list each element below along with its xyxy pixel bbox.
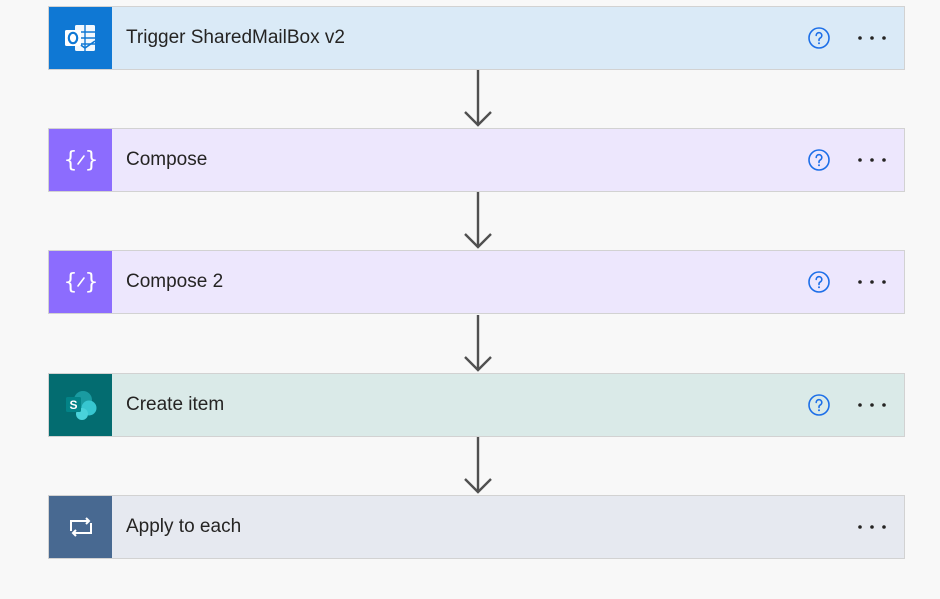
step-card-trigger-sharedmailbox[interactable]: Trigger SharedMailBox v2 <box>48 6 905 70</box>
sharepoint-icon: S <box>49 374 112 436</box>
step-card-compose-2[interactable]: { } Compose 2 <box>48 250 905 314</box>
connector-arrow-icon <box>464 70 492 127</box>
more-options-icon[interactable] <box>852 392 892 418</box>
connector-arrow-icon <box>464 315 492 372</box>
more-options-icon[interactable] <box>852 514 892 540</box>
connector-arrow-icon <box>464 192 492 249</box>
step-card-create-item[interactable]: S Create item <box>48 373 905 437</box>
compose-icon: { } <box>49 129 112 191</box>
help-icon[interactable] <box>806 269 832 295</box>
connector-arrow-icon <box>464 437 492 494</box>
compose-icon: { } <box>49 251 112 313</box>
step-title: Compose <box>126 149 208 170</box>
step-title: Create item <box>126 394 225 415</box>
step-title: Apply to each <box>126 516 242 537</box>
step-card-apply-to-each[interactable]: Apply to each <box>48 495 905 559</box>
help-icon[interactable] <box>806 25 832 51</box>
more-options-icon[interactable] <box>852 147 892 173</box>
step-title: Compose 2 <box>126 271 224 292</box>
help-icon[interactable] <box>806 392 832 418</box>
step-title: Trigger SharedMailBox v2 <box>126 27 345 48</box>
help-icon[interactable] <box>806 147 832 173</box>
more-options-icon[interactable] <box>852 25 892 51</box>
flow-designer-canvas: Trigger SharedMailBox v2 { } Compose {}… <box>0 0 940 599</box>
step-card-compose[interactable]: { } Compose <box>48 128 905 192</box>
more-options-icon[interactable] <box>852 269 892 295</box>
loop-icon <box>49 496 112 558</box>
outlook-icon <box>49 7 112 69</box>
svg-text:S: S <box>69 398 77 412</box>
